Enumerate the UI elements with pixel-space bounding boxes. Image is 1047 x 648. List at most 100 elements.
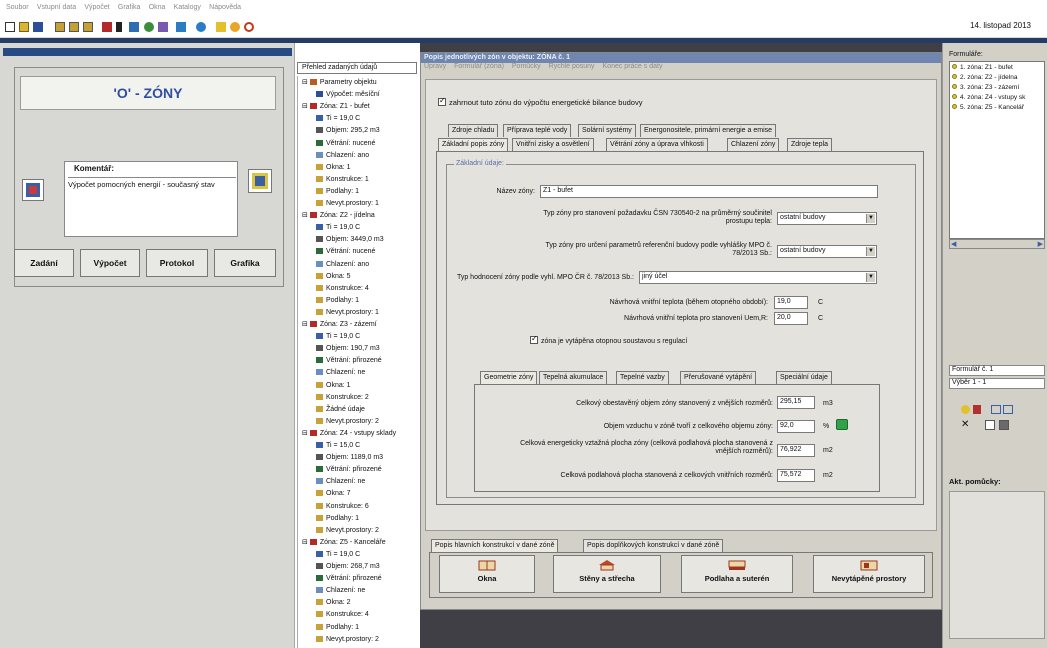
close-icon[interactable]: ✕ [961,419,969,430]
tree-node[interactable]: ⊟ Zóna: Z2 - jídelna [302,211,375,220]
tree-node[interactable]: Chlazení: ano [316,151,369,160]
tree-node[interactable]: Nevyt.prostory: 2 [316,635,379,644]
table-icon[interactable] [985,420,995,430]
protokol-button[interactable]: Protokol [146,249,208,277]
tree-expander-icon[interactable]: ⊟ [302,430,308,437]
menu-item-okna[interactable]: Okna [143,0,166,11]
tree-node[interactable]: Větrání: přirozené [316,356,382,365]
tree-node[interactable]: Podlahy: 1 [316,187,359,196]
type-eval-select[interactable]: jiný účel ▼ [639,271,877,284]
tab-specialni-udaje[interactable]: Speciální údaje [776,371,832,384]
nav-icon[interactable] [176,22,186,32]
list-item[interactable]: 5. zóna: Z5 - Kancelář [952,104,1024,111]
tab-hlavni-konstrukce[interactable]: Popis hlavních konstrukcí v dané zóně [431,539,559,552]
tree-node[interactable]: Ti = 15,0 C [316,441,360,450]
tree-node[interactable]: Objem: 268,7 m3 [316,562,380,571]
tree-node[interactable]: Nevyt.prostory: 2 [316,526,379,535]
temp-design-input[interactable]: 19,0 [774,296,808,309]
chart-icon[interactable] [158,22,168,32]
tab-vetrani-zony[interactable]: Větrání zóny a úprava vlhkosti [606,138,708,151]
dialog-menu-upravy[interactable]: Úpravy [424,63,446,70]
tree-expander-icon[interactable]: ⊟ [302,212,308,219]
tree-node[interactable]: Ti = 19,0 C [316,223,360,232]
tree-node[interactable]: Okna: 5 [316,272,351,281]
vypocet-button[interactable]: Výpočet [80,249,140,277]
tree-node[interactable]: Chlazení: ne [316,586,365,595]
list-item[interactable]: 1. zóna: Z1 - bufet [952,64,1013,71]
menu-item-napoveda[interactable]: Nápověda [203,0,241,11]
tree-node[interactable]: Objem: 295,2 m3 [316,126,380,135]
tree-node[interactable]: Ti = 19,0 C [316,114,360,123]
tree-node[interactable]: Podlahy: 1 [316,296,359,305]
menu-item-grafika[interactable]: Grafika [112,0,141,11]
tree-node[interactable]: Větrání: přirozené [316,465,382,474]
tree-node[interactable]: Chlazení: ne [316,477,365,486]
tools-icon[interactable] [144,22,154,32]
tree-node[interactable]: Okna: 1 [316,163,351,172]
air-input[interactable]: 92,0 [777,420,815,433]
info-icon[interactable] [230,22,240,32]
chevron-down-icon[interactable]: ▼ [866,214,875,223]
tree-node[interactable]: Objem: 190,7 m3 [316,344,380,353]
chevron-down-icon[interactable]: ▼ [866,247,875,256]
tree-expander-icon[interactable]: ⊟ [302,539,308,546]
tab-tepelne-vazby[interactable]: Tepelné vazby [616,371,669,384]
tree-node[interactable]: Větrání: nucené [316,247,375,256]
tab-doplnkove-konstrukce[interactable]: Popis doplňkových konstrukcí v dané zóně [583,539,724,552]
undo-icon[interactable] [991,405,1001,414]
help-icon[interactable] [961,405,970,414]
open-folder-icon[interactable] [19,22,29,32]
tree-node[interactable]: Ti = 19,0 C [316,332,360,341]
tab-preruseovane-vytapeni[interactable]: Přerušované vytápění [680,371,757,384]
tree-node[interactable]: Chlazení: ne [316,368,365,377]
print-icon[interactable] [999,420,1009,430]
nevytapene-prostory-button[interactable]: Nevytápěné prostory [813,555,925,593]
tree-node[interactable]: Okna: 7 [316,489,351,498]
dialog-menu-formular[interactable]: Formulář (zóna) [454,63,504,70]
exit-icon[interactable] [244,22,254,32]
grafika-button[interactable]: Grafika [214,249,276,277]
tree-node[interactable]: Podlahy: 1 [316,623,359,632]
tree-node[interactable]: Konstrukce: 4 [316,610,369,619]
dialog-menu-konec[interactable]: Konec práce s daty [603,63,663,70]
save-icon[interactable] [33,22,43,32]
tree-node[interactable]: ⊟ Zóna: Z5 - Kanceláře [302,538,386,547]
tree-node[interactable]: Objem: 1189,0 m3 [316,453,383,462]
scroll-right-icon[interactable]: ▶ [1038,240,1043,248]
sort-icon[interactable] [973,405,981,414]
vol-input[interactable]: 295,15 [777,396,815,409]
delete-row-icon[interactable] [129,22,139,32]
tree-node[interactable]: ⊟ Zóna: Z1 - bufet [302,102,370,111]
podlaha-suteren-button[interactable]: Podlaha a suterén [681,555,793,593]
floor-input[interactable]: 75,572 [777,469,815,482]
tree-node[interactable]: Konstrukce: 6 [316,502,369,511]
tree-node[interactable]: Okna: 1 [316,381,351,390]
tab-tepelna-akumulace[interactable]: Tepelná akumulace [539,371,608,384]
tree-node[interactable]: Objem: 3449,0 m3 [316,235,384,244]
tree-node[interactable]: Konstrukce: 1 [316,175,369,184]
include-zone-checkbox[interactable]: zahrnout tuto zónu do výpočtu energetick… [438,96,642,107]
tree-node[interactable]: ⊟ Zóna: Z4 - vstupy sklady [302,429,396,438]
tree-node[interactable]: Větrání: nucené [316,139,375,148]
tab-priprava-teple-vody[interactable]: Příprava teplé vody [503,124,572,137]
area-input[interactable]: 76,922 [777,444,815,457]
okna-button[interactable]: Okna [439,555,535,593]
tree-expander-icon[interactable]: ⊟ [302,79,308,86]
tab-zdroje-tepla[interactable]: Zdroje tepla [787,138,832,151]
tree-node[interactable]: ⊟ Parametry objektu [302,78,377,87]
tree-expander-icon[interactable]: ⊟ [302,103,308,110]
forms-scrollbar[interactable]: ◀ ▶ [949,239,1045,249]
comment-text[interactable]: Výpočet pomocných energií - současný sta… [68,177,236,189]
list-item[interactable]: 2. zóna: Z2 - jídelna [952,74,1017,81]
tree-node[interactable]: Ti = 19,0 C [316,550,360,559]
tree-expander-icon[interactable]: ⊟ [302,321,308,328]
tree-node[interactable]: Větrání: přirozené [316,574,382,583]
tree-node[interactable]: Nevyt.prostory: 1 [316,199,379,208]
form-copy-icon[interactable] [83,22,93,32]
list-item[interactable]: 3. zóna: Z3 - zázemí [952,84,1019,91]
tree-node[interactable]: Výpočet: měsíční [316,90,380,99]
tree-node[interactable]: Nevyt.prostory: 2 [316,417,379,426]
tree-node[interactable]: Konstrukce: 2 [316,393,369,402]
form-number-field[interactable]: Formulář č. 1 [949,365,1045,376]
tab-geometrie[interactable]: Geometrie zóny [480,371,538,384]
